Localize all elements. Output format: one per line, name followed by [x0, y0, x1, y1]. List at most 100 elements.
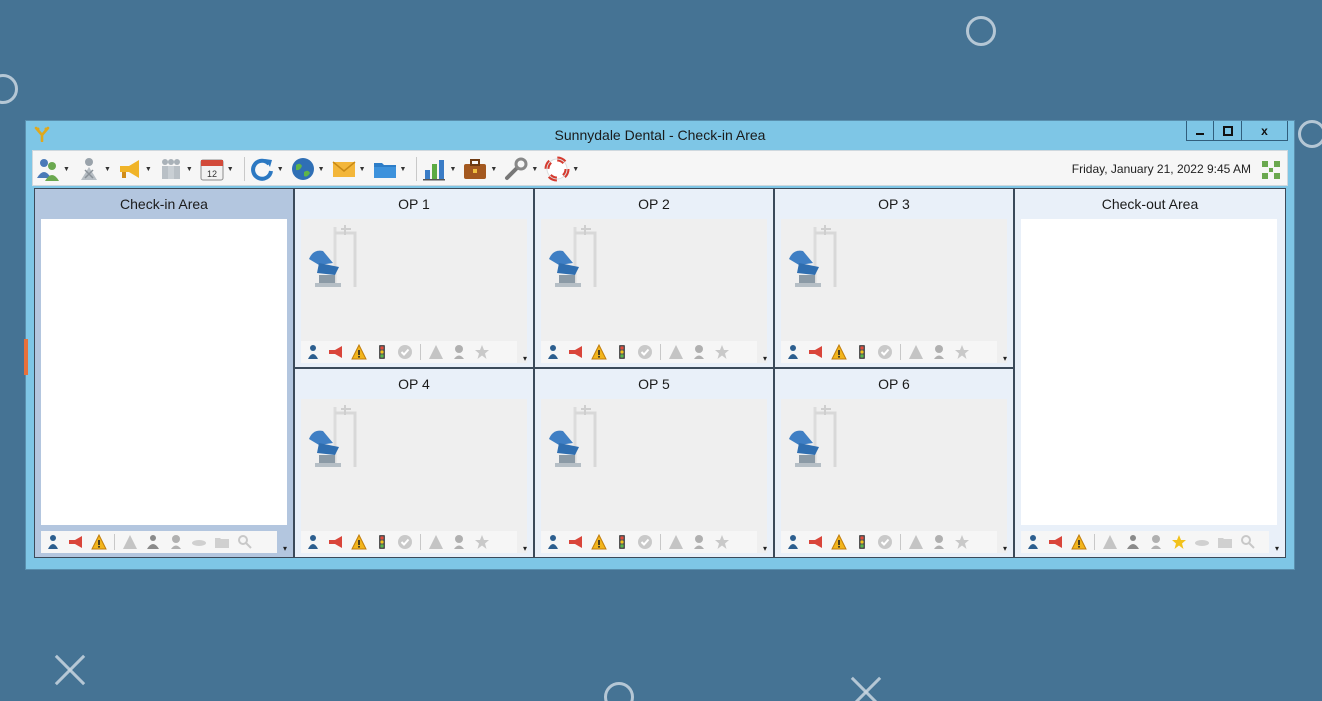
patient-icon[interactable]: [785, 344, 801, 360]
star-icon[interactable]: [474, 344, 490, 360]
warning-icon[interactable]: [831, 344, 847, 360]
expand-icon[interactable]: ▾: [520, 354, 530, 364]
layout-grid-icon[interactable]: [1261, 160, 1281, 180]
traffic-light-icon[interactable]: [374, 534, 390, 550]
check-circle-icon[interactable]: [637, 344, 653, 360]
assistant-icon[interactable]: [1148, 534, 1164, 550]
expand-icon[interactable]: ▾: [1000, 544, 1010, 554]
warning-icon[interactable]: [351, 534, 367, 550]
note-icon[interactable]: [1194, 534, 1210, 550]
expand-icon[interactable]: ▾: [520, 544, 530, 554]
star-icon[interactable]: [714, 534, 730, 550]
check-circle-icon[interactable]: [397, 344, 413, 360]
alert-icon[interactable]: [668, 344, 684, 360]
warning-icon[interactable]: [91, 534, 107, 550]
business-button[interactable]: ▼: [462, 155, 501, 183]
person-icon[interactable]: [145, 534, 161, 550]
calendar-button[interactable]: 12 ▼: [199, 155, 238, 183]
patient-icon[interactable]: [305, 344, 321, 360]
check-circle-icon[interactable]: [877, 534, 893, 550]
traffic-light-icon[interactable]: [854, 344, 870, 360]
megaphone-icon[interactable]: [68, 534, 84, 550]
traffic-light-icon[interactable]: [374, 344, 390, 360]
alert-icon[interactable]: [428, 534, 444, 550]
expand-icon[interactable]: ▾: [760, 354, 770, 364]
assistant-icon[interactable]: [931, 534, 947, 550]
folder-icon[interactable]: [1217, 534, 1233, 550]
web-button[interactable]: ▼: [290, 155, 329, 183]
patient-icon[interactable]: [785, 534, 801, 550]
assistant-icon[interactable]: [931, 344, 947, 360]
expand-icon[interactable]: ▾: [760, 544, 770, 554]
patient-icon[interactable]: [45, 534, 61, 550]
assistant-icon[interactable]: [451, 344, 467, 360]
alert-icon[interactable]: [908, 344, 924, 360]
assistant-icon[interactable]: [691, 344, 707, 360]
reports-button[interactable]: ▼: [421, 155, 460, 183]
folder-icon[interactable]: [214, 534, 230, 550]
title-bar[interactable]: Sunnydale Dental - Check-in Area x: [26, 121, 1294, 149]
maximize-button[interactable]: [1214, 121, 1242, 141]
op-body[interactable]: [541, 399, 767, 553]
checkin-patient-list[interactable]: [41, 219, 287, 525]
assistant-icon[interactable]: [691, 534, 707, 550]
warning-icon[interactable]: [831, 534, 847, 550]
op-panel[interactable]: OP 2 ▾: [535, 189, 773, 367]
op-panel[interactable]: OP 4 ▾: [295, 369, 533, 557]
megaphone-icon[interactable]: [808, 534, 824, 550]
alert-icon[interactable]: [122, 534, 138, 550]
search-icon[interactable]: [1240, 534, 1256, 550]
note-icon[interactable]: [191, 534, 207, 550]
alert-icon[interactable]: [908, 534, 924, 550]
close-button[interactable]: x: [1242, 121, 1288, 141]
check-circle-icon[interactable]: [397, 534, 413, 550]
star-icon[interactable]: [474, 534, 490, 550]
megaphone-icon[interactable]: [1048, 534, 1064, 550]
op-panel[interactable]: OP 3 ▾: [775, 189, 1013, 367]
megaphone-icon[interactable]: [328, 344, 344, 360]
patient-icon[interactable]: [1025, 534, 1041, 550]
star-icon[interactable]: [1171, 534, 1187, 550]
alert-icon[interactable]: [428, 344, 444, 360]
help-button[interactable]: ▼: [544, 155, 583, 183]
patients-button[interactable]: ▼: [35, 155, 74, 183]
op-body[interactable]: [781, 399, 1007, 553]
expand-icon[interactable]: ▾: [1000, 354, 1010, 364]
patient-icon[interactable]: [545, 534, 561, 550]
op-panel[interactable]: OP 5 ▾: [535, 369, 773, 557]
announcements-button[interactable]: ▼: [117, 155, 156, 183]
minimize-button[interactable]: [1186, 121, 1214, 141]
warning-icon[interactable]: [591, 344, 607, 360]
star-icon[interactable]: [714, 344, 730, 360]
patient-icon[interactable]: [305, 534, 321, 550]
expand-icon[interactable]: ▾: [280, 544, 290, 554]
op-panel[interactable]: OP 1 ▾: [295, 189, 533, 367]
warning-icon[interactable]: [1071, 534, 1087, 550]
alert-icon[interactable]: [668, 534, 684, 550]
checkout-patient-list[interactable]: [1021, 219, 1277, 525]
assistant-icon[interactable]: [451, 534, 467, 550]
staff-button[interactable]: ▼: [158, 155, 197, 183]
star-icon[interactable]: [954, 534, 970, 550]
megaphone-icon[interactable]: [808, 344, 824, 360]
megaphone-icon[interactable]: [568, 344, 584, 360]
traffic-light-icon[interactable]: [854, 534, 870, 550]
refresh-button[interactable]: ▼: [249, 155, 288, 183]
expand-icon[interactable]: ▾: [1272, 544, 1282, 554]
megaphone-icon[interactable]: [568, 534, 584, 550]
op-body[interactable]: [301, 399, 527, 553]
search-icon[interactable]: [237, 534, 253, 550]
star-icon[interactable]: [954, 344, 970, 360]
check-circle-icon[interactable]: [637, 534, 653, 550]
warning-icon[interactable]: [351, 344, 367, 360]
person-icon[interactable]: [1125, 534, 1141, 550]
traffic-light-icon[interactable]: [614, 534, 630, 550]
check-circle-icon[interactable]: [877, 344, 893, 360]
op-panel[interactable]: OP 6 ▾: [775, 369, 1013, 557]
traffic-light-icon[interactable]: [614, 344, 630, 360]
mail-button[interactable]: ▼: [331, 155, 370, 183]
assistant-icon[interactable]: [168, 534, 184, 550]
warning-icon[interactable]: [591, 534, 607, 550]
patient-icon[interactable]: [545, 344, 561, 360]
provider-button[interactable]: ▼: [76, 155, 115, 183]
